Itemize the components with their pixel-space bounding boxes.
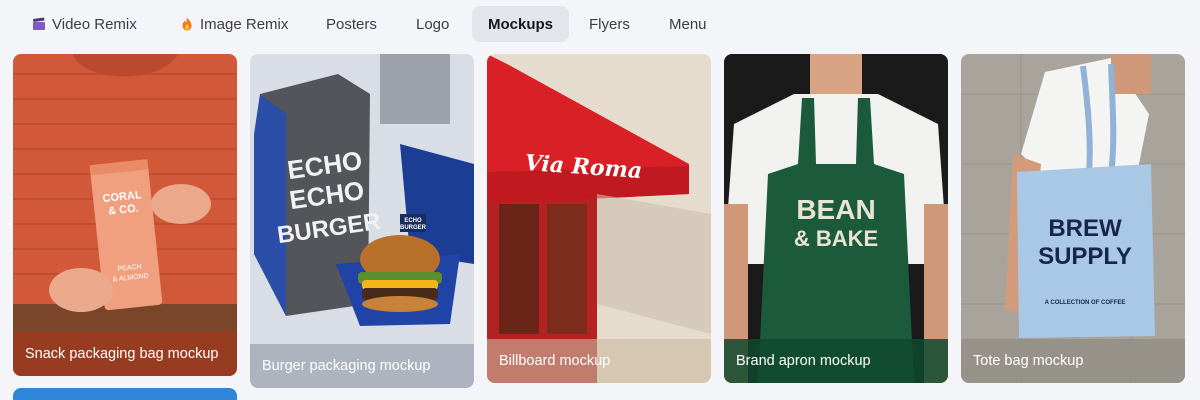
flag-text-line2: BURGER [400, 225, 427, 231]
mockup-card-billboard[interactable]: Via Roma Billboard mockup [487, 54, 711, 383]
card-caption: Billboard mockup [499, 353, 611, 369]
tab-video-remix[interactable]: Video Remix [16, 6, 153, 42]
tote-text-line2: SUPPLY [1038, 243, 1132, 270]
tab-label: Video Remix [52, 15, 137, 33]
mockup-card-snack-bag[interactable]: CORAL & CO. PEACH & ALMOND Snack packagi… [13, 54, 237, 376]
apron-text-line2: & BAKE [794, 226, 878, 251]
tab-image-remix[interactable]: Image Remix [164, 6, 304, 42]
tote-text-line1: BREW [1048, 215, 1122, 242]
apron-image: BEAN & BAKE [724, 54, 948, 383]
burger-packaging-image: ECHO ECHO BURGER ECHO BURGER [250, 54, 474, 388]
tab-label: Flyers [589, 15, 630, 33]
tab-label: Logo [416, 15, 450, 33]
category-tabs: Video Remix Image Remix Posters Logo Moc… [0, 0, 1200, 48]
tote-text-line3: A COLLECTION OF COFFEE [1045, 300, 1126, 306]
billboard-image: Via Roma [487, 54, 711, 383]
card-caption: Burger packaging mockup [262, 358, 431, 374]
mockup-card-tote-bag[interactable]: BREW SUPPLY A COLLECTION OF COFFEE Tote … [961, 54, 1185, 383]
tab-flyers[interactable]: Flyers [573, 6, 646, 42]
video-clapper-icon [32, 17, 46, 31]
tab-menu[interactable]: Menu [653, 6, 723, 42]
tab-label: Image Remix [200, 15, 289, 33]
tab-posters[interactable]: Posters [310, 6, 393, 42]
tab-logo[interactable]: Logo [400, 6, 465, 42]
apron-text-line1: BEAN [796, 194, 875, 225]
fire-icon [180, 17, 194, 31]
card-caption: Brand apron mockup [736, 353, 871, 369]
card-caption: Snack packaging bag mockup [25, 346, 219, 362]
mockup-card-apron[interactable]: BEAN & BAKE Brand apron mockup [724, 54, 948, 383]
card-caption: Tote bag mockup [973, 353, 1084, 369]
flag-text-line1: ECHO [404, 218, 422, 224]
tab-label: Menu [669, 15, 707, 33]
tab-label: Mockups [488, 15, 554, 33]
mockup-card-next-row[interactable] [13, 388, 237, 400]
tab-label: Posters [326, 15, 377, 33]
tab-mockups[interactable]: Mockups [472, 6, 570, 42]
tote-bag-image: BREW SUPPLY A COLLECTION OF COFFEE [961, 54, 1185, 383]
snack-bag-image: CORAL & CO. PEACH & ALMOND [13, 54, 237, 376]
mockup-card-burger-packaging[interactable]: ECHO ECHO BURGER ECHO BURGER Burger pack… [250, 54, 474, 388]
